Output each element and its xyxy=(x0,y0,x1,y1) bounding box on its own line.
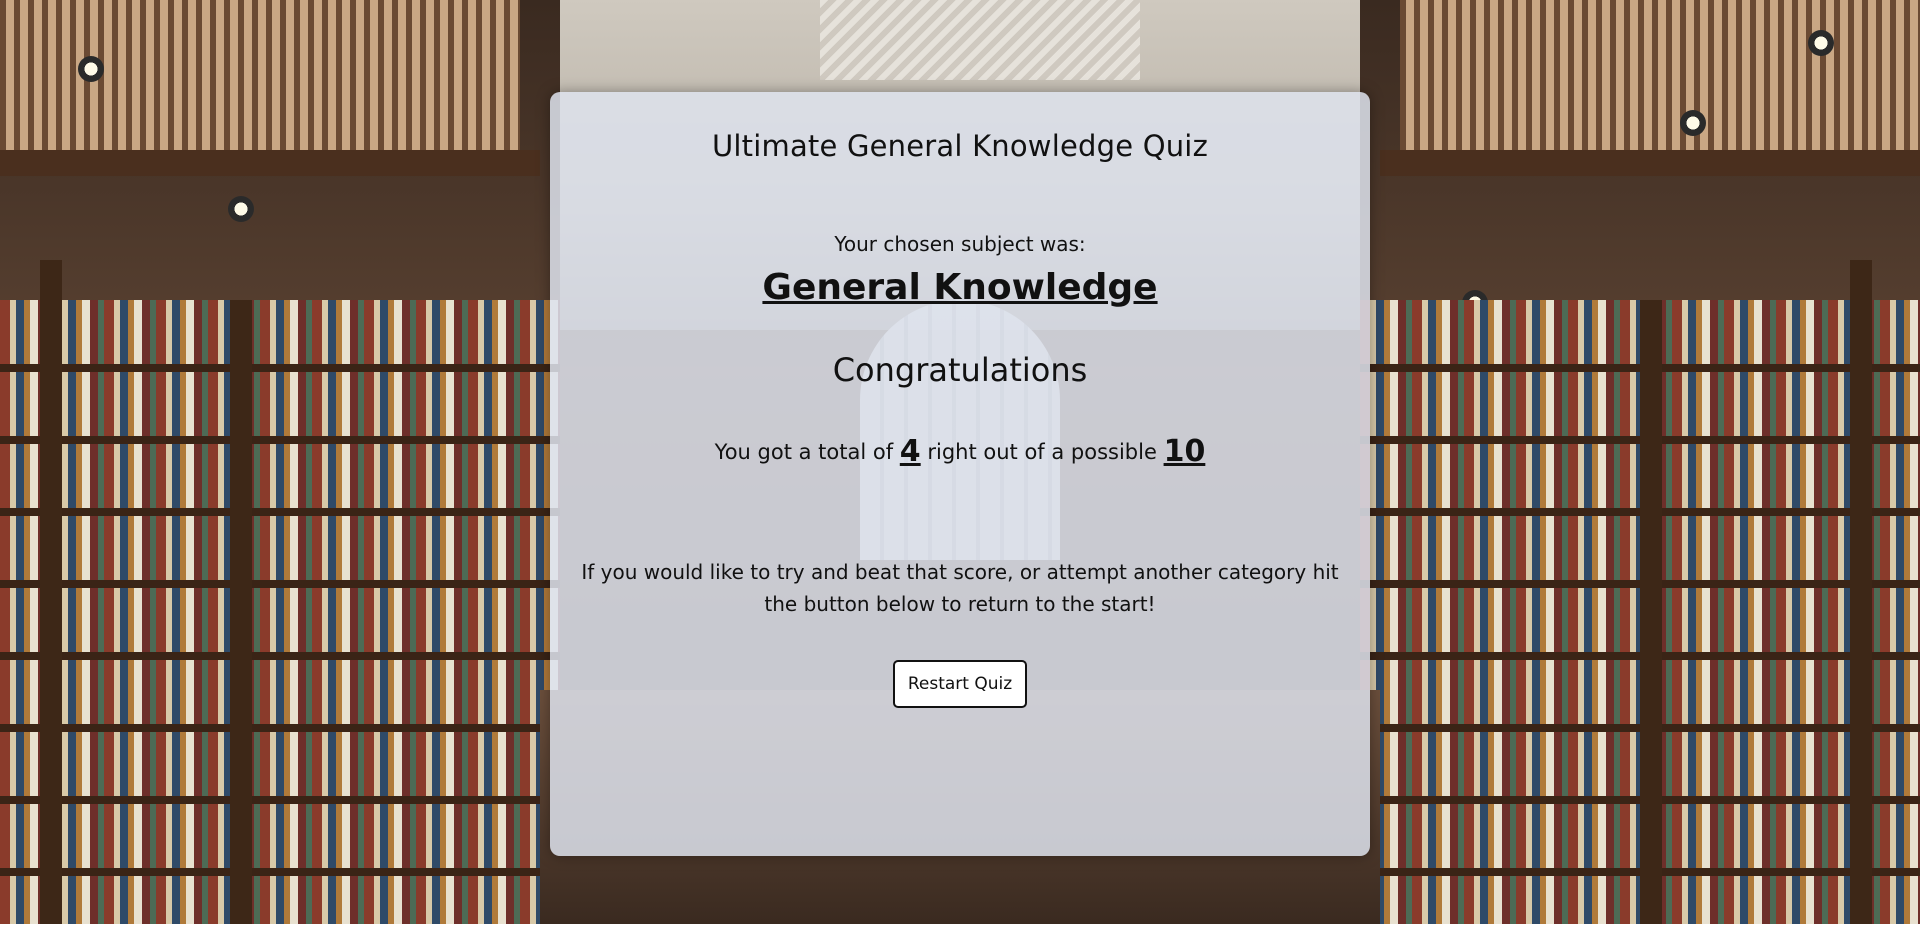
results-card: Ultimate General Knowledge Quiz Your cho… xyxy=(550,92,1370,856)
background-balcony-left xyxy=(0,0,520,150)
score-middle: right out of a possible xyxy=(927,440,1157,464)
background-balcony-right xyxy=(1400,0,1920,150)
background-beam-right xyxy=(1380,150,1920,176)
shelf-post xyxy=(230,300,252,924)
restart-message: If you would like to try and beat that s… xyxy=(581,560,1339,616)
background-beam-left xyxy=(0,150,540,176)
ceiling-lamp xyxy=(78,56,104,82)
background-skylight xyxy=(820,0,1140,80)
quiz-title: Ultimate General Knowledge Quiz xyxy=(712,129,1208,163)
ceiling-lamp xyxy=(1808,30,1834,56)
shelf-post xyxy=(40,260,62,924)
page-bottom-strip xyxy=(0,924,1920,928)
ceiling-lamp xyxy=(1680,110,1706,136)
shelf-post xyxy=(1640,300,1662,924)
subject-name: General Knowledge xyxy=(762,267,1158,308)
score-total: 10 xyxy=(1163,434,1206,469)
restart-quiz-button[interactable]: Restart Quiz xyxy=(893,660,1027,708)
score-summary: You got a total of 4 right out of a poss… xyxy=(550,432,1370,472)
congratulations-heading: Congratulations xyxy=(832,351,1088,389)
score-value: 4 xyxy=(899,434,921,469)
subject-label: Your chosen subject was: xyxy=(834,232,1086,256)
ceiling-lamp xyxy=(228,196,254,222)
shelf-post xyxy=(1850,260,1872,924)
background-bookshelf-left xyxy=(0,300,560,924)
score-prefix: You got a total of xyxy=(714,440,894,464)
quiz-results-page: Ultimate General Knowledge Quiz Your cho… xyxy=(0,0,1920,928)
